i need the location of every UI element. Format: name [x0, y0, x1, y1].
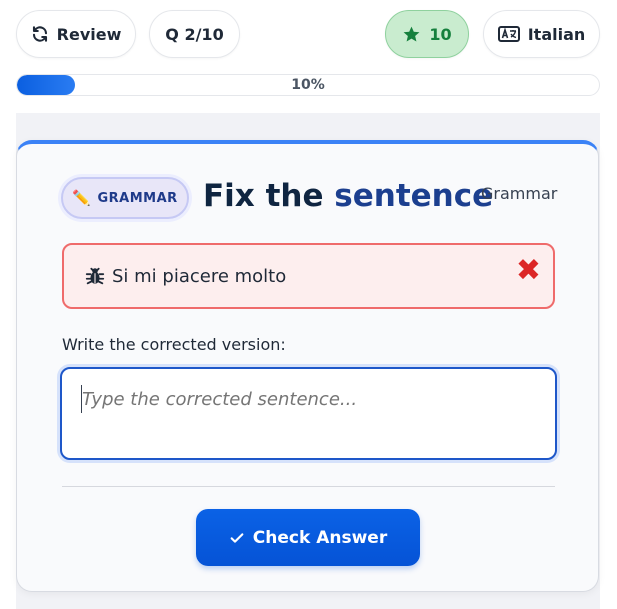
progress-bar: 10% [16, 74, 600, 96]
close-icon: ✖ [515, 253, 541, 288]
top-bar: Review Q 2/10 10 Italian [0, 0, 617, 70]
question-counter-label: Q 2/10 [165, 24, 224, 44]
divider [62, 486, 555, 487]
title-part2: sentence [334, 178, 494, 214]
stars-count: 10 [429, 24, 452, 44]
badge-label: GRAMMAR [97, 190, 178, 206]
progress-label: 10% [291, 77, 325, 93]
review-label: Review [56, 24, 122, 44]
question-title: Fix the sentence [203, 178, 493, 214]
erroneous-sentence: Si mi piacere molto [112, 265, 287, 287]
check-answer-label: Check Answer [252, 527, 388, 548]
check-answer-button[interactable]: Check Answer [196, 509, 420, 566]
corrected-sentence-input[interactable] [60, 367, 557, 460]
bug-icon [84, 265, 106, 287]
grammar-badge: ✏️ GRAMMAR [61, 177, 189, 219]
language-label: Italian [527, 24, 586, 44]
language-button[interactable]: Italian [483, 10, 600, 58]
star-icon [403, 26, 420, 42]
title-part1: Fix the [203, 178, 335, 214]
text-cursor [81, 385, 82, 413]
category-label: Grammar [481, 184, 558, 203]
field-label: Write the corrected version: [62, 335, 286, 354]
question-counter: Q 2/10 [149, 10, 240, 58]
erroneous-sentence-box: Si mi piacere molto ✖ [62, 243, 555, 309]
refresh-icon [32, 26, 47, 42]
review-button[interactable]: Review [16, 10, 136, 58]
stars-badge[interactable]: 10 [385, 10, 469, 58]
check-icon [230, 532, 244, 543]
pencil-icon: ✏️ [72, 189, 92, 207]
question-card: ✏️ GRAMMAR Fix the sentence Grammar Si m… [16, 140, 599, 592]
language-icon [497, 26, 520, 42]
